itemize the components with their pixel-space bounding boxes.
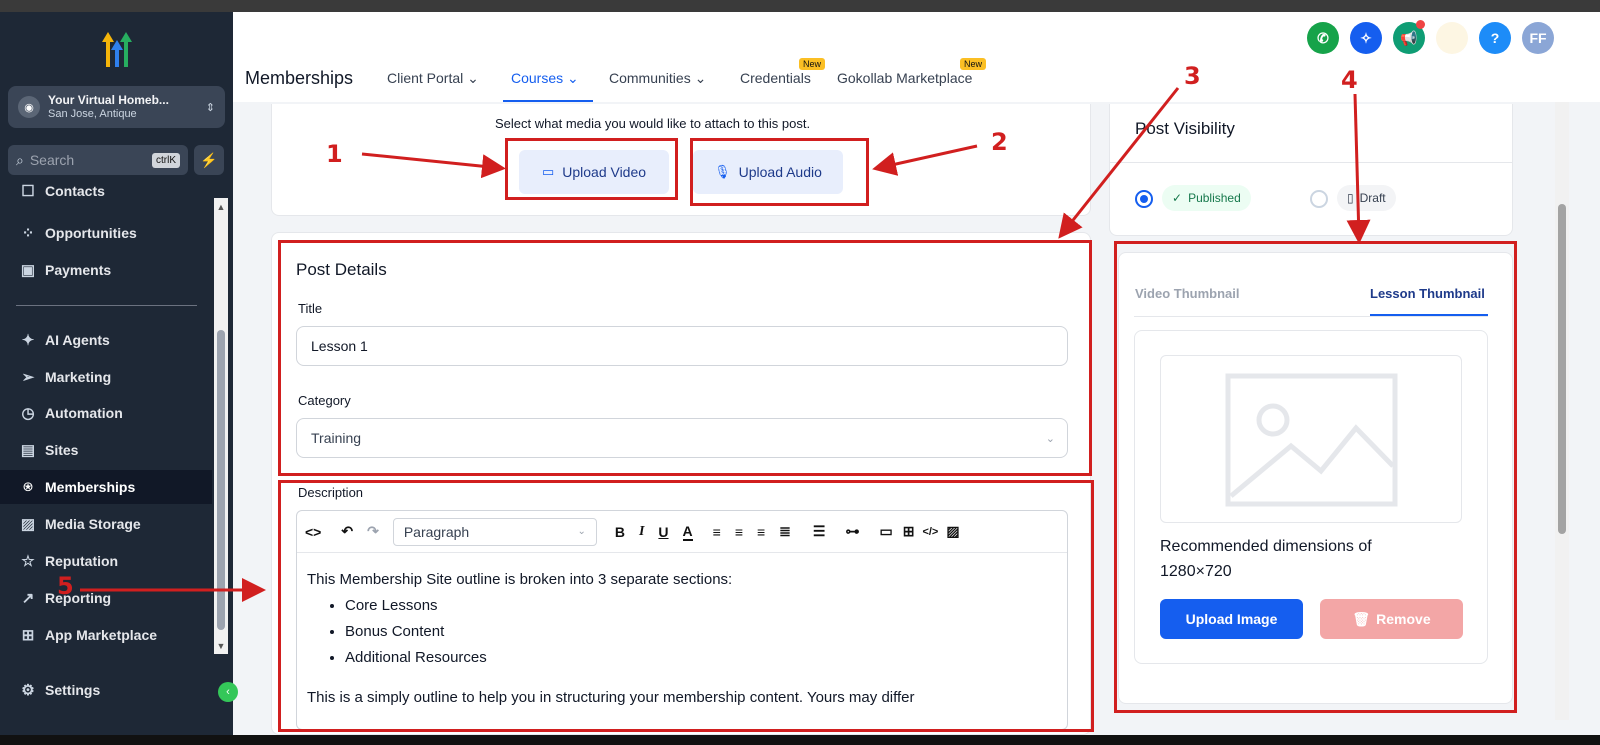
chevron-down-icon: ⌄ xyxy=(694,70,707,86)
collapse-sidebar-button[interactable]: ‹ xyxy=(218,682,238,702)
star-icon: ☆ xyxy=(21,553,35,570)
payments-icon: ▣ xyxy=(20,262,36,279)
gear-icon: ⚙ xyxy=(21,682,35,699)
sidebar-item-label: Reporting xyxy=(45,590,112,606)
sidebar-item-label: Sites xyxy=(45,442,79,458)
account-switcher[interactable]: ◉ Your Virtual Homeb... San Jose, Antiqu… xyxy=(8,86,225,128)
ai-assistant-icon[interactable]: ✧ xyxy=(1350,22,1382,54)
avatar[interactable]: FF xyxy=(1522,22,1554,54)
annotation-number-1: 1 xyxy=(326,140,343,168)
browser-top-strip xyxy=(0,0,1600,12)
annotation-number-4: 4 xyxy=(1341,66,1358,94)
sidebar-item-automation[interactable]: ◷ Automation xyxy=(0,396,212,430)
chevron-down-icon: ⌄ xyxy=(467,70,479,86)
annotation-number-5: 5 xyxy=(57,572,74,600)
sidebar-item-contacts[interactable]: ☐ Contacts xyxy=(0,180,212,202)
search-input[interactable]: ⌕ Search ctrlK xyxy=(8,145,188,175)
annotation-box-thumbnail xyxy=(1114,241,1517,713)
sparkle-icon: ✦ xyxy=(21,332,35,349)
document-icon: ▯ xyxy=(1347,191,1354,205)
notifications-icon[interactable] xyxy=(1436,22,1468,54)
sidebar-item-label: Memberships xyxy=(45,479,136,495)
annotation-box-upload-video xyxy=(505,138,678,200)
chart-icon: ↗ xyxy=(21,590,35,607)
sidebar-item-app-marketplace[interactable]: ⊞ App Marketplace xyxy=(0,618,212,652)
sidebar-item-media-storage[interactable]: ▨ Media Storage xyxy=(0,507,212,541)
published-chip: ✓ Published xyxy=(1162,185,1251,211)
sidebar-item-reporting[interactable]: ↗ Reporting xyxy=(0,581,212,615)
badge-icon: ⍟ xyxy=(23,478,33,496)
draft-radio[interactable] xyxy=(1310,190,1328,208)
published-radio[interactable] xyxy=(1135,190,1153,208)
sidebar-item-reputation[interactable]: ☆ Reputation xyxy=(0,544,212,578)
main-scrollbar-thumb[interactable] xyxy=(1558,204,1566,534)
check-icon: ✓ xyxy=(1172,191,1183,205)
sidebar-item-sites[interactable]: ▤ Sites xyxy=(0,433,212,467)
sidebar-scrollbar-thumb[interactable] xyxy=(217,330,225,630)
tab-credentials[interactable]: Credentials xyxy=(740,70,811,86)
new-badge: New xyxy=(799,58,826,70)
sidebar-divider xyxy=(16,305,197,306)
search-placeholder: Search xyxy=(29,152,75,168)
grid-icon: ⊞ xyxy=(21,627,35,644)
sidebar-item-label: Payments xyxy=(45,262,112,278)
quick-action-bolt-icon[interactable]: ⚡ xyxy=(194,145,224,175)
sidebar-item-settings[interactable]: ⚙ Settings xyxy=(0,673,212,707)
sidebar-item-label: Contacts xyxy=(45,183,105,199)
sidebar-item-label: Settings xyxy=(45,682,101,698)
chevron-updown-icon: ⇕ xyxy=(205,101,215,114)
browser-bottom-strip xyxy=(0,735,1600,745)
scroll-up-icon[interactable]: ▲ xyxy=(215,202,227,212)
annotation-box-description xyxy=(278,480,1094,732)
account-name: Your Virtual Homeb... xyxy=(48,93,169,107)
annotation-number-3: 3 xyxy=(1184,62,1201,90)
sidebar-item-label: App Marketplace xyxy=(45,627,158,643)
annotation-number-2: 2 xyxy=(991,128,1008,156)
sites-icon: ▤ xyxy=(20,442,36,459)
sidebar-item-label: Automation xyxy=(45,405,123,421)
sidebar-item-label: AI Agents xyxy=(45,332,110,348)
annotation-box-post-details xyxy=(278,240,1092,476)
automation-icon: ◷ xyxy=(21,405,35,422)
opportunities-icon: ⁘ xyxy=(21,225,35,242)
tab-courses[interactable]: Courses ⌄ xyxy=(511,70,579,87)
location-icon: ◉ xyxy=(18,96,40,118)
send-icon: ➢ xyxy=(21,369,35,386)
sidebar-item-payments[interactable]: ▣ Payments xyxy=(0,253,212,287)
tab-client-portal[interactable]: Client Portal ⌄ xyxy=(387,70,479,87)
account-location: San Jose, Antique xyxy=(48,108,137,120)
sidebar-item-ai-agents[interactable]: ✦ AI Agents xyxy=(0,323,212,357)
search-shortcut: ctrlK xyxy=(152,152,180,168)
new-badge: New xyxy=(960,58,987,70)
annotation-box-upload-audio xyxy=(690,138,869,206)
page-title: Memberships xyxy=(245,68,354,88)
active-tab-indicator xyxy=(503,100,593,102)
app-logo xyxy=(102,32,132,67)
tab-communities[interactable]: Communities ⌄ xyxy=(609,70,706,87)
phone-icon[interactable]: ✆ xyxy=(1307,22,1339,54)
media-prompt: Select what media you would like to atta… xyxy=(495,116,811,131)
chevron-down-icon: ⌄ xyxy=(567,70,579,86)
draft-chip: ▯ Draft xyxy=(1337,185,1396,211)
image-icon: ▨ xyxy=(20,516,36,533)
sidebar-item-memberships[interactable]: ⍟ Memberships xyxy=(0,470,212,504)
post-visibility-heading: Post Visibility xyxy=(1135,119,1235,138)
sidebar-item-label: Marketing xyxy=(45,369,112,385)
search-icon: ⌕ xyxy=(16,151,24,168)
visibility-divider xyxy=(1110,162,1512,163)
tab-gokollab-marketplace[interactable]: Gokollab Marketplace xyxy=(837,70,972,86)
sidebar-item-opportunities[interactable]: ⁘ Opportunities xyxy=(0,216,212,250)
help-icon[interactable]: ? xyxy=(1479,22,1511,54)
sidebar-item-label: Reputation xyxy=(45,553,119,569)
sidebar-item-label: Media Storage xyxy=(45,516,141,532)
sidebar-item-label: Opportunities xyxy=(45,225,137,241)
scroll-down-icon[interactable]: ▼ xyxy=(215,641,227,651)
sidebar-item-marketing[interactable]: ➢ Marketing xyxy=(0,360,212,394)
top-header: Memberships Client Portal ⌄ Courses ⌄ Co… xyxy=(233,12,1600,102)
sidebar: ◉ Your Virtual Homeb... San Jose, Antiqu… xyxy=(0,12,233,735)
contacts-icon: ☐ xyxy=(21,183,35,200)
notification-dot xyxy=(1416,20,1425,29)
